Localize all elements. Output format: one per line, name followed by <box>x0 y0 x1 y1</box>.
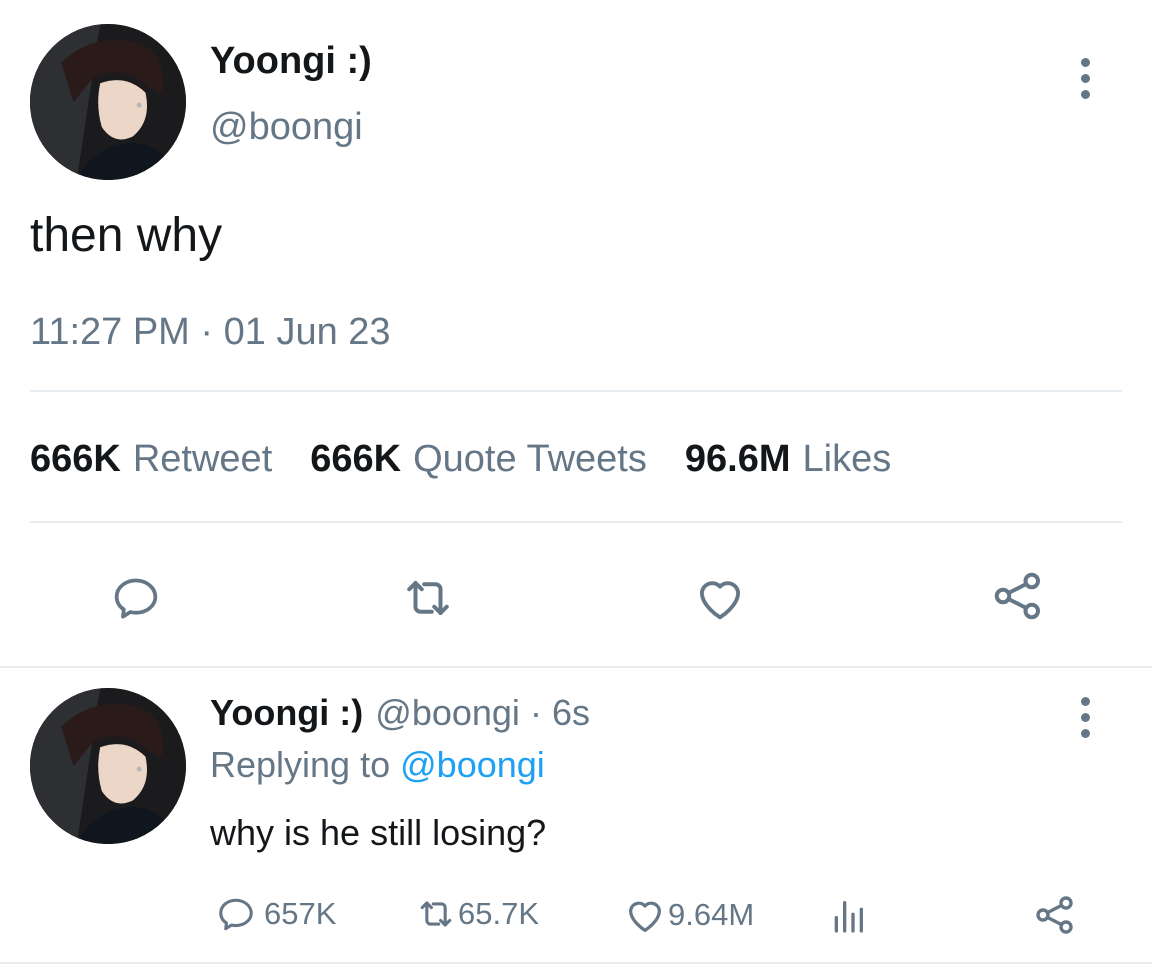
replying-prefix: Replying to <box>210 744 391 785</box>
divider <box>0 962 1152 964</box>
like-count: 9.64M <box>668 897 755 932</box>
likes-stat[interactable]: 96.6M Likes <box>685 438 891 481</box>
reply-display-name[interactable]: Yoongi :) <box>210 692 363 734</box>
replying-handle-link[interactable]: @boongi <box>400 744 545 785</box>
likes-count: 96.6M <box>684 438 791 480</box>
reply-count: 657K <box>264 896 337 931</box>
profile-photo <box>30 24 186 180</box>
reply-avatar[interactable] <box>30 688 186 844</box>
dot <box>1081 729 1090 738</box>
reply-handle[interactable]: @boongi <box>375 692 520 734</box>
reply-separator: · <box>529 692 542 733</box>
reply-text: why is he still losing? <box>210 812 547 853</box>
more-options-icon[interactable] <box>1081 58 1090 99</box>
retweets-stat[interactable]: 666K Retweet <box>30 438 272 481</box>
tweet-text: then why <box>30 209 223 262</box>
share-icon <box>1036 896 1073 934</box>
replying-to: Replying to @boongi <box>210 744 545 786</box>
like-icon <box>699 581 741 620</box>
dot <box>1081 74 1090 83</box>
divider <box>30 521 1122 523</box>
meta-separator: · <box>200 311 214 353</box>
divider <box>0 666 1152 668</box>
reply-retweet-button[interactable]: 65.7K <box>412 892 539 936</box>
analytics-button[interactable] <box>826 894 870 938</box>
reply-time-ago[interactable]: 6s <box>552 692 590 734</box>
reply-more-options-icon[interactable] <box>1081 697 1090 738</box>
dot <box>1081 697 1090 706</box>
quotes-count: 666K <box>310 438 402 480</box>
display-name[interactable]: Yoongi :) <box>210 40 372 83</box>
retweets-count: 666K <box>30 438 121 480</box>
reply-like-button[interactable]: 9.64M <box>622 892 754 938</box>
share-button[interactable] <box>985 563 1051 629</box>
engagement-stats: 666K Retweet 666K Quote Tweets 96.6M Lik… <box>30 438 929 481</box>
reply-icon <box>219 898 253 931</box>
tweet-time: 11:27 PM <box>30 311 190 353</box>
like-icon <box>628 901 662 932</box>
divider <box>30 390 1122 392</box>
retweet-icon <box>407 581 449 615</box>
reply-icon <box>114 578 158 619</box>
timestamp[interactable]: 11:27 PM · 01 Jun 23 <box>30 311 391 354</box>
reply-button[interactable] <box>104 566 168 630</box>
dot <box>1081 90 1090 99</box>
quotes-label: Quote Tweets <box>413 438 647 480</box>
reply-reply-button[interactable]: 657K <box>214 892 336 936</box>
reply-header: Yoongi :) @boongi · 6s <box>210 692 590 734</box>
analytics-icon <box>834 901 863 933</box>
quotes-stat[interactable]: 666K Quote Tweets <box>310 438 647 481</box>
tweet-date: 01 Jun 23 <box>223 311 391 353</box>
avatar[interactable] <box>30 24 186 180</box>
like-button[interactable] <box>688 566 752 630</box>
retweet-button[interactable] <box>396 566 460 630</box>
profile-photo <box>30 688 186 844</box>
retweet-icon <box>420 901 452 927</box>
dot <box>1081 713 1090 722</box>
likes-label: Likes <box>802 438 892 480</box>
share-icon <box>994 572 1040 620</box>
retweets-label: Retweet <box>132 438 273 480</box>
retweet-count: 65.7K <box>458 896 540 931</box>
reply-share-button[interactable] <box>1030 890 1080 940</box>
dot <box>1081 58 1090 67</box>
user-handle[interactable]: @boongi <box>210 106 363 149</box>
